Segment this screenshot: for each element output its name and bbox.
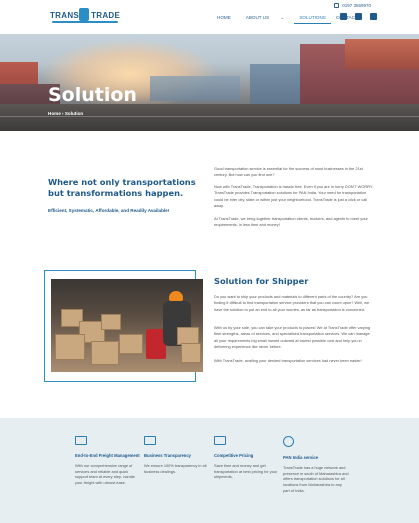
hero-banner: Solution Home › Solution	[0, 34, 419, 131]
document-search-icon	[144, 436, 156, 445]
feature-title: End-to-End Freight Management	[75, 453, 140, 458]
india-map-icon	[283, 436, 294, 447]
feature-title: Competitive Pricing	[214, 453, 254, 458]
feature-card: Business Transparency We ensure 100% tra…	[144, 436, 210, 474]
logo-text-right: TRADE	[91, 11, 121, 20]
instagram-icon[interactable]	[370, 13, 377, 20]
feature-title: PAN India service	[283, 455, 319, 460]
shipper-paragraph: Do you want to ship your products and ma…	[214, 294, 370, 312]
feature-card: PAN India service TransTrade has a huge …	[283, 436, 349, 494]
header: TRANS TRADE 0197 3559970 HOME ABOUT US ⌄ …	[0, 0, 419, 34]
hard-hat	[169, 291, 183, 301]
page-title: Solution	[48, 84, 137, 106]
logo-text-left: TRANS	[50, 11, 80, 20]
phone-contact[interactable]: 0197 3559970	[334, 3, 371, 8]
logo-truck-icon	[79, 8, 89, 21]
phone-icon	[334, 3, 340, 8]
intro-paragraph: At TransTrade, we bring together transpo…	[214, 216, 368, 228]
facebook-icon[interactable]	[340, 13, 347, 20]
breadcrumb[interactable]: Home › Solution	[48, 111, 83, 116]
truck-icon	[75, 436, 87, 445]
chevron-down-icon: ⌄	[280, 15, 285, 20]
shipper-paragraph: With us by your side, you can take your …	[214, 325, 371, 349]
feature-card: Competitive Pricing Save time and money …	[214, 436, 280, 480]
feature-text: Save time and money and get transportati…	[214, 462, 278, 480]
feature-text: TransTrade has a huge network and presen…	[283, 464, 349, 493]
intro-tagline: Efficient, Systematic, Affordable, and R…	[48, 208, 170, 213]
feature-text: With our comprehensive range of services…	[75, 462, 135, 486]
intro-paragraph: Good transportation service is essential…	[214, 166, 363, 178]
nav-home[interactable]: HOME	[212, 15, 236, 24]
feature-text: We ensure 100% transparency in all busin…	[144, 462, 207, 474]
warehouse-image	[51, 279, 203, 372]
feature-card: End-to-End Freight Management With our c…	[75, 436, 141, 486]
shipper-heading: Solution for Shipper	[214, 276, 309, 286]
logo-swoosh	[52, 21, 118, 23]
nav-about-us[interactable]: ABOUT US ⌄	[236, 15, 295, 24]
intro-paragraph: Now with TransTrade, Transportation is h…	[214, 184, 374, 208]
shipper-paragraph: With TransTrade, availing your desired t…	[214, 358, 362, 363]
phone-number: 0197 3559970	[342, 3, 371, 8]
feature-title: Business Transparency	[144, 453, 192, 458]
linkedin-icon[interactable]	[355, 13, 362, 20]
intro-heading: Where not only transportations but trans…	[48, 177, 196, 198]
nav-solutions[interactable]: SOLUTIONS	[294, 15, 331, 24]
social-links	[340, 13, 377, 20]
money-icon	[214, 436, 226, 445]
